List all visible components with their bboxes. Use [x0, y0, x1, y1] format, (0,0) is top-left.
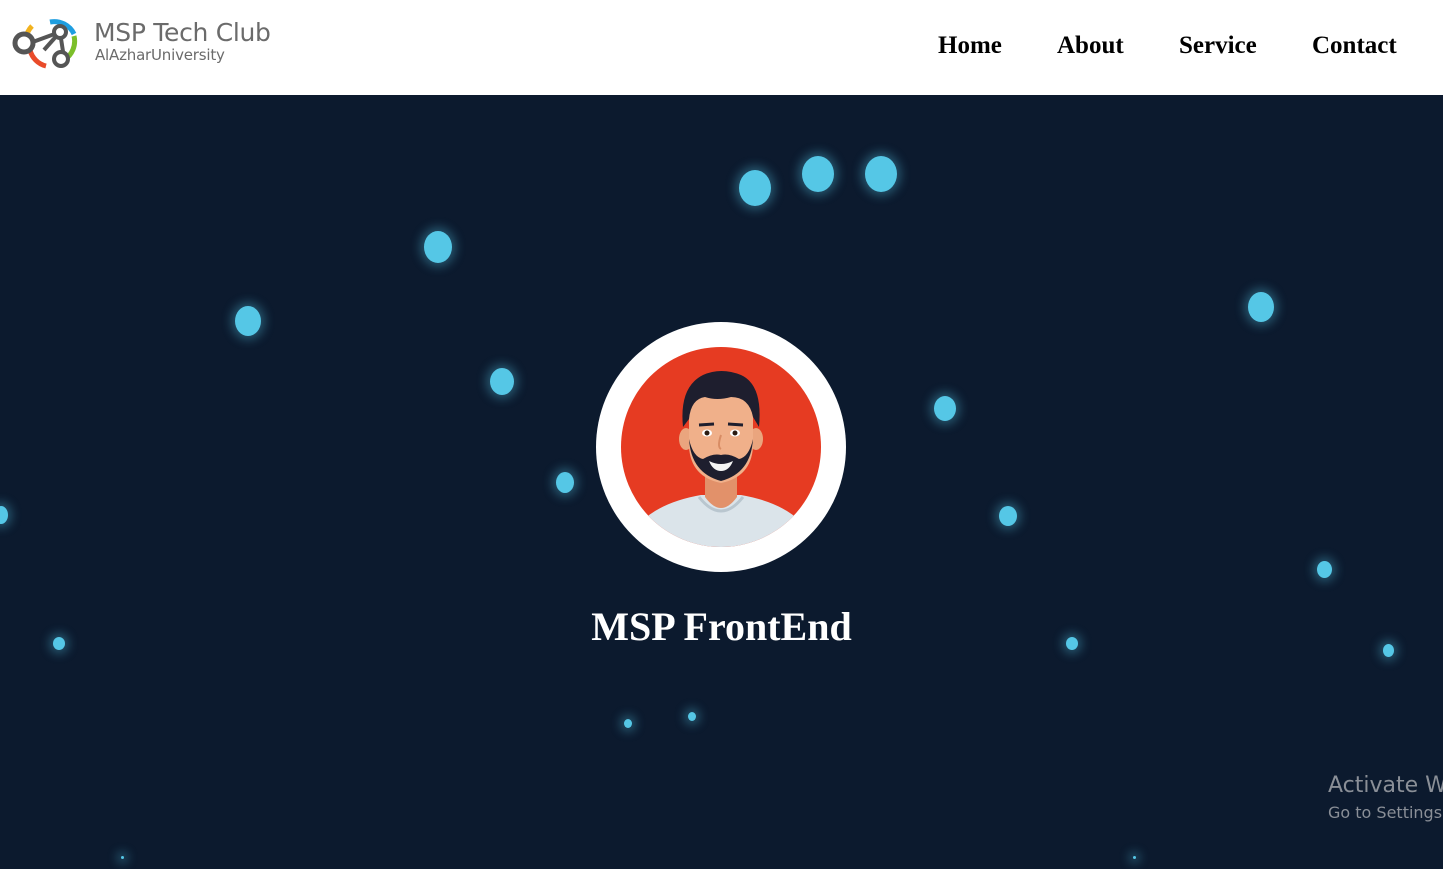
- particle: [121, 856, 124, 859]
- avatar-background: [621, 347, 821, 547]
- avatar: [596, 322, 846, 572]
- nav-home-link[interactable]: Home: [938, 30, 1002, 62]
- particle: [802, 156, 834, 192]
- particle: [739, 170, 771, 206]
- nav-contact-link[interactable]: Contact: [1312, 30, 1397, 62]
- particle: [1317, 561, 1332, 578]
- brand-subtitle: AlAzharUniversity: [95, 46, 225, 64]
- particle: [556, 472, 574, 493]
- profile-name: MSP FrontEnd: [591, 604, 852, 649]
- nav-service-link[interactable]: Service: [1179, 30, 1257, 62]
- msp-logo-icon[interactable]: [10, 14, 78, 72]
- activate-windows-watermark: Activate W Go to Settings: [1328, 772, 1443, 824]
- particle: [424, 231, 452, 263]
- nav-about-link[interactable]: About: [1057, 30, 1124, 62]
- particle: [1248, 292, 1274, 322]
- particle: [688, 712, 696, 721]
- particle: [999, 506, 1017, 526]
- activate-title: Activate W: [1328, 773, 1443, 798]
- top-navbar: MSP Tech Club AlAzharUniversity Home Abo…: [0, 0, 1443, 95]
- hero-section: MSP FrontEnd Activate W Go to Settings: [0, 95, 1443, 869]
- particle: [865, 156, 897, 192]
- particle: [235, 306, 261, 336]
- particle: [624, 719, 632, 728]
- activate-settings-hint: Go to Settings: [1328, 803, 1443, 822]
- person-avatar-icon: [641, 371, 801, 547]
- particle: [1133, 856, 1136, 859]
- particle: [0, 506, 8, 524]
- brand-title: MSP Tech Club: [94, 18, 271, 47]
- particle: [934, 396, 956, 421]
- particle: [490, 368, 514, 395]
